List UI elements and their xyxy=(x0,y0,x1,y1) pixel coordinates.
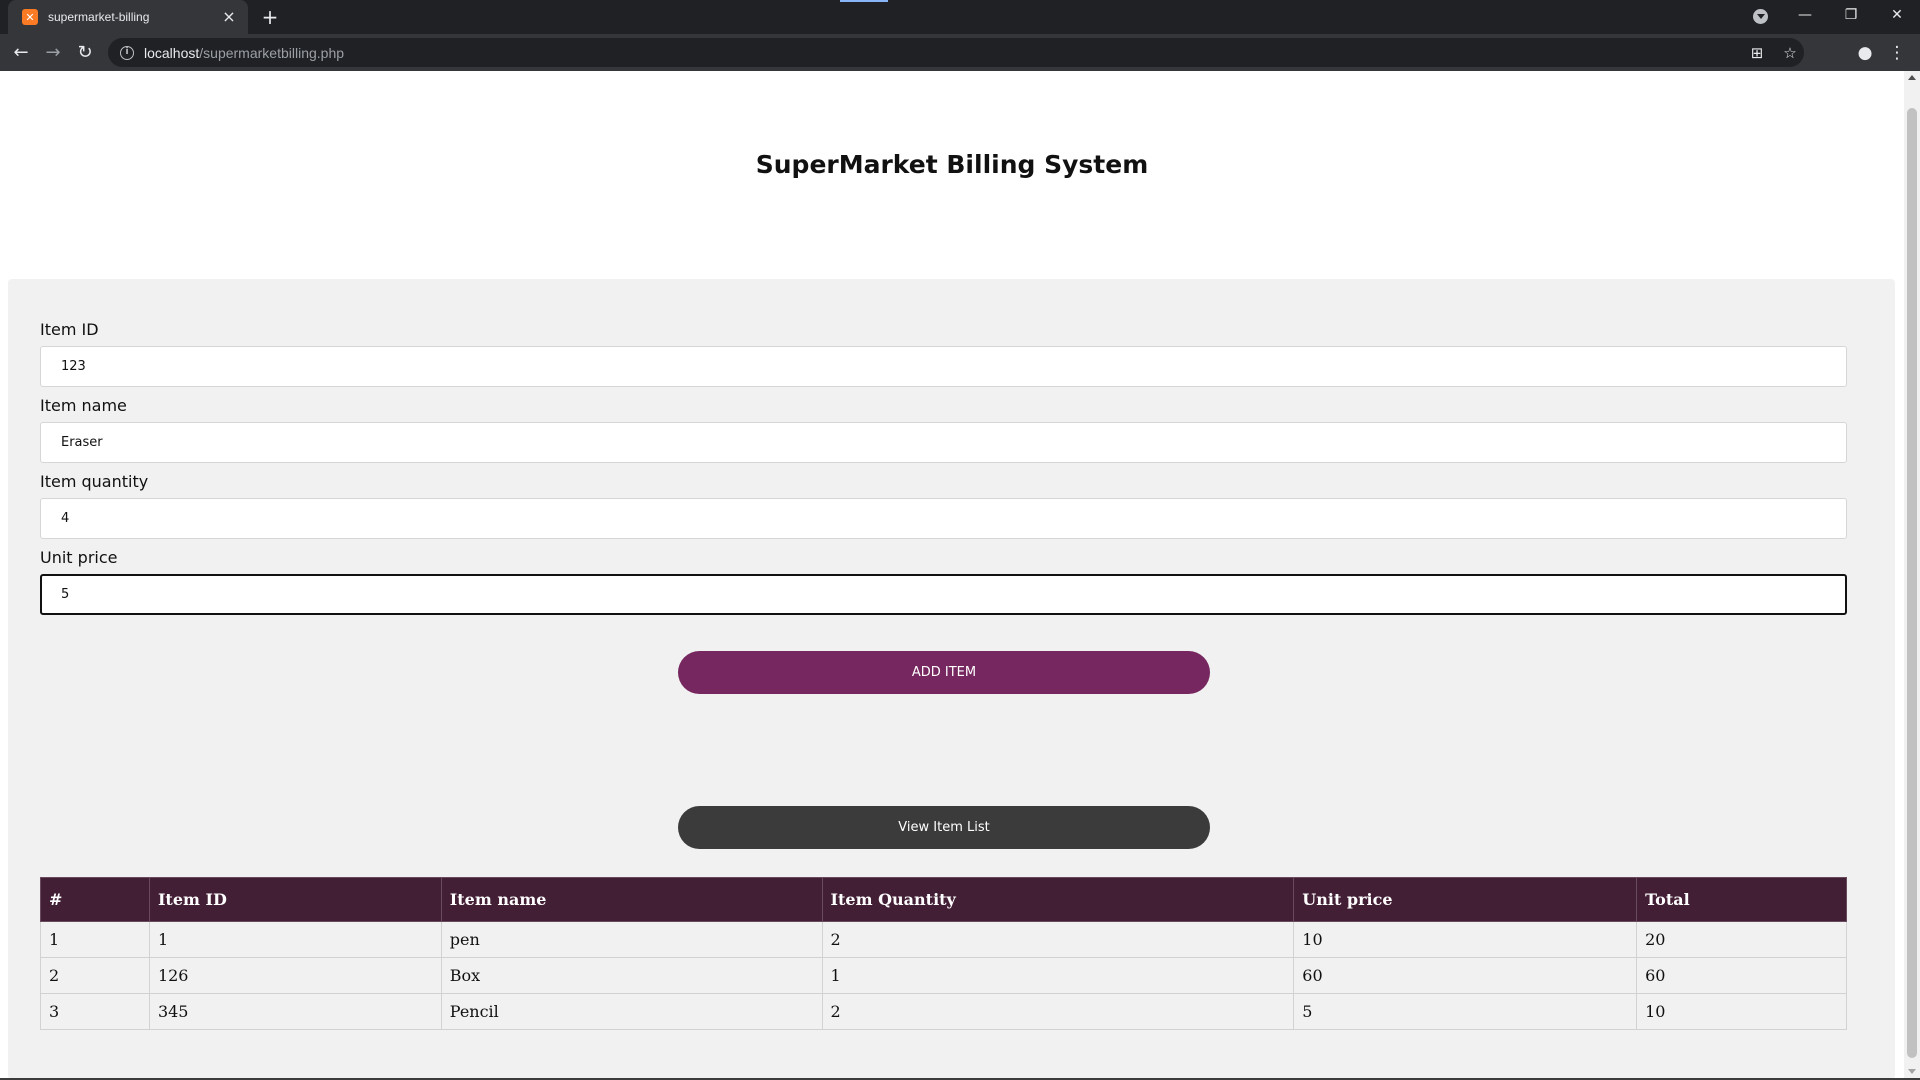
restore-icon[interactable]: ❐ xyxy=(1828,0,1874,30)
back-icon[interactable]: ← xyxy=(9,41,33,65)
browser-tabstrip: ✕ supermarket-billing × + — ❐ ✕ xyxy=(0,0,1920,34)
table-cell: 60 xyxy=(1293,957,1638,994)
table-cell: pen xyxy=(440,921,823,958)
item-table: # Item ID Item name Item Quantity Unit p… xyxy=(40,877,1847,1030)
xampp-favicon-icon: ✕ xyxy=(22,9,38,25)
minimize-icon[interactable]: — xyxy=(1782,0,1828,30)
table-cell: 1 xyxy=(40,921,150,958)
unit-price-label: Unit price xyxy=(40,548,118,567)
table-cell: 2 xyxy=(821,921,1295,958)
browser-tab[interactable]: ✕ supermarket-billing × xyxy=(8,0,248,34)
add-item-button[interactable]: ADD ITEM xyxy=(678,651,1210,694)
column-header: Item Quantity xyxy=(821,877,1295,922)
column-header: # xyxy=(40,877,150,922)
item-id-input[interactable] xyxy=(40,346,1847,387)
column-header: Item ID xyxy=(148,877,442,922)
item-name-input[interactable] xyxy=(40,422,1847,463)
menu-kebab-icon[interactable]: ⋮ xyxy=(1885,41,1909,65)
reload-icon[interactable]: ↻ xyxy=(73,41,97,65)
table-cell: 5 xyxy=(1293,993,1638,1030)
view-item-list-button[interactable]: View Item List xyxy=(678,806,1210,849)
table-cell: 126 xyxy=(148,957,442,994)
item-quantity-input[interactable] xyxy=(40,498,1847,539)
item-name-label: Item name xyxy=(40,396,127,415)
address-bar[interactable]: i localhost/supermarketbilling.php ☆ ⊞ xyxy=(108,38,1804,67)
item-id-label: Item ID xyxy=(40,320,99,339)
page-scrollbar[interactable] xyxy=(1904,71,1920,1078)
tab-title: supermarket-billing xyxy=(48,10,150,24)
page-viewport: SuperMarket Billing System Item ID Item … xyxy=(0,71,1904,1078)
table-row: 1 1 pen 2 10 20 xyxy=(40,921,1847,958)
page-title: SuperMarket Billing System xyxy=(755,150,1149,179)
translate-icon[interactable]: ⊞ xyxy=(1746,42,1768,64)
table-cell: 2 xyxy=(821,993,1295,1030)
table-header-row: # Item ID Item name Item Quantity Unit p… xyxy=(40,877,1847,922)
column-header: Item name xyxy=(440,877,823,922)
scroll-down-icon[interactable] xyxy=(1908,1069,1916,1074)
column-header: Total xyxy=(1636,877,1847,922)
browser-toolbar: ← → ↻ i localhost/supermarketbilling.php… xyxy=(0,34,1920,71)
table-row: 3 345 Pencil 2 5 10 xyxy=(40,993,1847,1030)
table-cell: Pencil xyxy=(440,993,823,1030)
forward-icon[interactable]: → xyxy=(41,41,65,65)
table-cell: 10 xyxy=(1293,921,1638,958)
table-cell: 2 xyxy=(40,957,150,994)
table-cell: 10 xyxy=(1636,993,1847,1030)
new-tab-icon[interactable]: + xyxy=(258,6,282,30)
close-tab-icon[interactable]: × xyxy=(220,8,238,26)
tab-search-icon[interactable] xyxy=(1753,9,1768,24)
table-cell: Box xyxy=(440,957,823,994)
bookmark-star-icon[interactable]: ☆ xyxy=(1779,42,1801,64)
url-host: localhost xyxy=(144,44,200,61)
item-quantity-label: Item quantity xyxy=(40,472,149,491)
scrollbar-thumb[interactable] xyxy=(1907,108,1917,1058)
loading-indicator xyxy=(840,0,888,2)
table-cell: 1 xyxy=(821,957,1295,994)
window-close-icon[interactable]: ✕ xyxy=(1874,0,1920,30)
table-cell: 345 xyxy=(148,993,442,1030)
table-row: 2 126 Box 1 60 60 xyxy=(40,957,1847,994)
site-info-icon[interactable]: i xyxy=(120,45,134,60)
unit-price-input[interactable] xyxy=(40,574,1847,615)
table-cell: 1 xyxy=(148,921,442,958)
table-cell: 20 xyxy=(1636,921,1847,958)
table-cell: 60 xyxy=(1636,957,1847,994)
url-path: /supermarketbilling.php xyxy=(199,44,345,61)
table-cell: 3 xyxy=(40,993,150,1030)
scroll-up-icon[interactable] xyxy=(1908,75,1916,80)
column-header: Unit price xyxy=(1293,877,1638,922)
profile-icon[interactable]: ● xyxy=(1853,41,1877,65)
